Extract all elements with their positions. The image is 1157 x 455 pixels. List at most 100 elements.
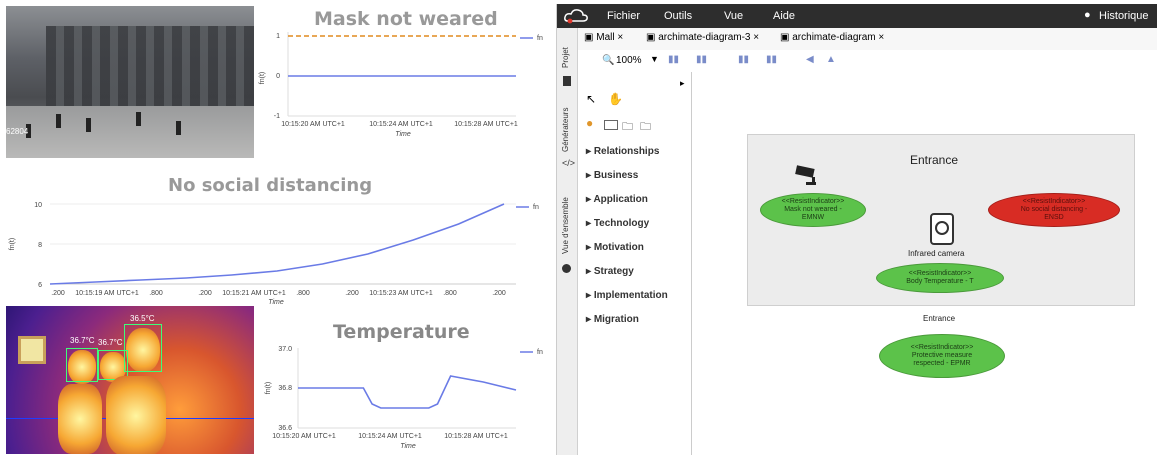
tab-mall[interactable]: ▣ Mall ×	[584, 32, 623, 43]
menu-fichier[interactable]: Fichier	[607, 10, 640, 22]
editor-tabs: ▣ Mall × ▣ archimate-diagram-3 × ▣ archi…	[578, 28, 1157, 51]
indicator-protective-measure[interactable]: <<ResistIndicator>> Protective measure r…	[879, 334, 1005, 378]
zoom-level[interactable]: 100%	[616, 55, 642, 66]
x-tick: 10:15:24 AM UTC+1	[369, 121, 433, 128]
code-icon: </>	[562, 158, 576, 168]
history-button[interactable]: Historique	[1099, 10, 1149, 22]
x-tick: .800	[149, 290, 163, 297]
align-middle-icon[interactable]: ▮▮	[766, 54, 777, 65]
distance-chart-title: No social distancing	[168, 175, 373, 196]
indicator-code: EMNW	[801, 214, 825, 221]
palette-relationships[interactable]: ▸ Relationships	[586, 146, 659, 157]
menu-vue[interactable]: Vue	[724, 10, 743, 22]
align-left-icon[interactable]: ▮▮	[668, 54, 679, 65]
palette-label: Implementation	[593, 290, 668, 301]
chevron-down-icon[interactable]: ▼	[650, 54, 659, 64]
diagram-icon: ▣	[584, 32, 597, 43]
x-ticks: .200 10:15:19 AM UTC+1 .800 .200 10:15:21 AM…	[51, 290, 506, 297]
indicator-stereotype: <<ResistIndicator>>	[781, 198, 845, 205]
group-title: Entrance	[910, 153, 959, 167]
y-tick: 8	[38, 242, 42, 249]
hand-tool-icon[interactable]: ✋	[608, 92, 623, 106]
palette-implementation[interactable]: ▸ Implementation	[586, 290, 668, 301]
palette-business[interactable]: ▸ Business	[586, 170, 638, 181]
temperature-chart: 37.0 36.8 36.6 fn(t) 10:15:20 AM UTC+1 1…	[265, 346, 543, 450]
temp-label: 36.5°C	[130, 314, 155, 323]
camera-feed	[6, 6, 254, 158]
x-tick: .200	[492, 290, 506, 297]
y-tick: 36.6	[278, 425, 292, 432]
y-tick: 10	[34, 202, 42, 209]
align-center-icon[interactable]: ▮▮	[696, 54, 707, 65]
legend-label: fn	[537, 349, 543, 356]
palette: ▸ ↖ ✋ ● 🗀 🗀 ▸ Relationships ▸ Business ▸…	[578, 72, 692, 455]
folder-icon[interactable]: 🗀	[622, 118, 633, 137]
menu-outils[interactable]: Outils	[664, 10, 692, 22]
x-axis-label: Time	[395, 131, 411, 138]
entrance-group[interactable]: Entrance <<ResistIndicator>> Mask not we…	[747, 134, 1135, 306]
align-top-icon[interactable]: ▮▮	[738, 54, 749, 65]
palette-technology[interactable]: ▸ Technology	[586, 218, 649, 229]
side-tab-generateurs[interactable]: Générateurs	[561, 108, 570, 152]
side-tab-vue-ensemble[interactable]: Vue d'ensemble	[561, 197, 570, 254]
palette-label: Technology	[593, 218, 650, 229]
close-icon[interactable]: ×	[617, 32, 623, 43]
mall-building	[46, 26, 254, 106]
palette-application[interactable]: ▸ Application	[586, 194, 648, 205]
chevron-right-icon[interactable]: ▸	[680, 78, 685, 89]
x-tick: .800	[443, 290, 457, 297]
indicator-label: Protective measure	[911, 352, 973, 359]
select-tool-icon[interactable]: ↖	[586, 92, 596, 106]
arrow-up-icon[interactable]: ▲	[826, 54, 836, 65]
x-tick: .200	[345, 290, 359, 297]
archi-app-window: Fichier Outils Vue Aide ● Historique Pro…	[556, 4, 1157, 455]
series-line-fn	[298, 375, 517, 409]
palette-label: Motivation	[593, 242, 644, 253]
y-tick: 37.0	[278, 346, 292, 353]
y-axis-label: fn(t)	[9, 238, 16, 250]
arrow-left-icon[interactable]: ◀	[806, 54, 814, 65]
tab-archimate-diagram[interactable]: ▣ archimate-diagram ×	[780, 32, 884, 43]
x-tick: 10:15:28 AM UTC+1	[444, 433, 508, 440]
palette-label: Application	[593, 194, 648, 205]
camera-label: Infrared camera	[908, 249, 965, 258]
indicator-code: respected - EPMR	[913, 360, 971, 367]
tab-archimate-diagram-3[interactable]: ▣ archimate-diagram-3 ×	[646, 32, 759, 43]
indicator-body-temperature[interactable]: <<ResistIndicator>> Body Temperature - T	[876, 263, 1004, 293]
indicator-mask[interactable]: <<ResistIndicator>> Mask not weared - EM…	[760, 193, 866, 227]
x-tick: 10:15:19 AM UTC+1	[75, 290, 139, 297]
side-tab-projet[interactable]: Projet	[561, 47, 570, 68]
cloud-logo-icon	[564, 9, 588, 24]
indicator-social-distancing[interactable]: <<ResistIndicator>> No social distancing…	[988, 193, 1120, 227]
temp-label: 36.7°C	[98, 338, 123, 347]
x-tick: .200	[198, 290, 212, 297]
group-icon[interactable]: 🗀	[640, 118, 651, 137]
distance-chart: 10 8 6 fn(t) .200 10:15:19 AM UTC+1.800.2…	[9, 202, 539, 306]
palette-migration[interactable]: ▸ Migration	[586, 314, 639, 325]
temperature-chart-title: Temperature	[333, 321, 470, 343]
x-tick: 10:15:24 AM UTC+1	[358, 433, 422, 440]
location-icon[interactable]: ●	[586, 116, 593, 130]
menu-bar: Fichier Outils Vue Aide ● Historique	[557, 4, 1157, 28]
palette-strategy[interactable]: ▸ Strategy	[586, 266, 634, 277]
thermal-camera-feed: 36.5°C 36.7°C 36.7°C	[6, 306, 254, 454]
mall-floor	[6, 106, 254, 158]
mask-chart-title: Mask not weared	[314, 8, 498, 30]
palette-motivation[interactable]: ▸ Motivation	[586, 242, 644, 253]
x-tick: 10:15:28 AM UTC+1	[454, 121, 518, 128]
close-icon[interactable]: ×	[878, 32, 884, 43]
menu-aide[interactable]: Aide	[773, 10, 795, 22]
close-icon[interactable]: ×	[753, 32, 759, 43]
x-tick: 10:15:21 AM UTC+1	[222, 290, 286, 297]
temp-label: 36.7°C	[70, 336, 95, 345]
history-icon[interactable]: ●	[1084, 9, 1091, 21]
indicator-stereotype: <<ResistIndicator>>	[910, 344, 974, 351]
legend-label: fn	[533, 204, 539, 211]
legend-label: fn	[537, 35, 543, 42]
x-tick: .200	[51, 290, 65, 297]
note-icon[interactable]	[604, 120, 618, 130]
person	[136, 112, 141, 126]
x-tick: .800	[296, 290, 310, 297]
tab-label: archimate-diagram	[792, 32, 876, 43]
infrared-camera-icon	[930, 213, 954, 245]
